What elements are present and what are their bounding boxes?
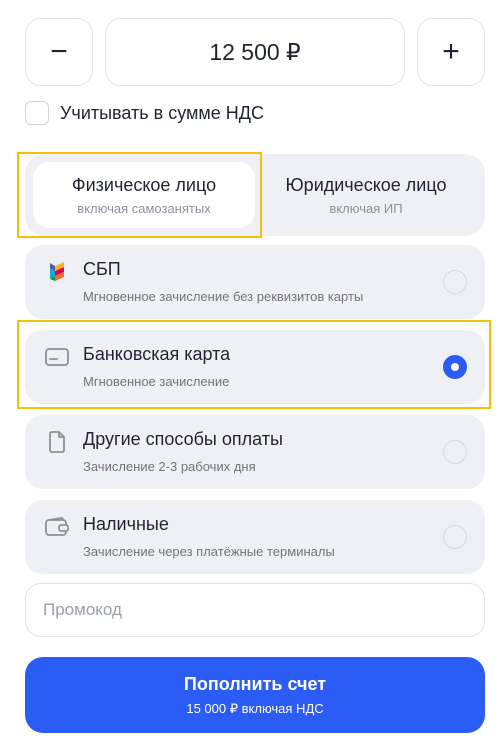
payment-method-title: Другие способы оплаты (83, 429, 283, 449)
top-up-button[interactable]: Пополнить счет 15 000 ₽ включая НДС (25, 657, 485, 733)
document-icon (45, 430, 69, 454)
payment-method-subtitle: Мгновенное зачисление (83, 374, 230, 389)
payment-method-subtitle: Зачисление 2-3 рабочих дня (83, 459, 256, 474)
vat-checkbox[interactable] (25, 101, 49, 125)
top-up-button-label: Пополнить счет (183, 673, 327, 694)
payment-method-radio[interactable] (443, 270, 467, 294)
vat-checkbox-row[interactable]: Учитывать в сумме НДС (25, 101, 264, 125)
amount-value: 12 500 ₽ (209, 38, 301, 65)
tab-legal-entity-subtitle: включая ИП (329, 200, 403, 216)
payment-method-bank-card[interactable]: Банковская карта Мгновенное зачисление (25, 330, 485, 404)
wallet-icon (45, 515, 69, 539)
tab-individual-title: Физическое лицо (71, 174, 217, 195)
promo-code-input[interactable] (25, 583, 485, 637)
sbp-icon (45, 260, 69, 284)
payment-method-title: Наличные (83, 514, 169, 534)
payment-method-title: Банковская карта (83, 344, 231, 364)
tab-legal-entity-title: Юридическое лицо (285, 174, 447, 195)
tab-legal-entity[interactable]: Юридическое лицо включая ИП (255, 162, 477, 228)
card-icon (45, 345, 69, 369)
payment-method-subtitle: Зачисление через платёжные терминалы (83, 544, 335, 559)
payment-method-radio[interactable] (443, 525, 467, 549)
entity-type-switch: Физическое лицо включая самозанятых Юрид… (25, 154, 485, 236)
vat-checkbox-label: Учитывать в сумме НДС (60, 102, 264, 123)
payment-method-subtitle: Мгновенное зачисление без реквизитов кар… (83, 289, 364, 304)
payment-method-other[interactable]: Другие способы оплаты Зачисление 2-3 раб… (25, 415, 485, 489)
decrease-amount-button[interactable]: − (25, 18, 93, 86)
minus-icon: − (50, 35, 68, 68)
plus-icon: + (442, 35, 460, 68)
tab-individual[interactable]: Физическое лицо включая самозанятых (33, 162, 255, 228)
payment-method-cash[interactable]: Наличные Зачисление через платёжные терм… (25, 500, 485, 574)
top-up-button-total: 15 000 ₽ включая НДС (186, 700, 324, 716)
amount-field[interactable]: 12 500 ₽ (105, 18, 405, 86)
increase-amount-button[interactable]: + (417, 18, 485, 86)
payment-method-sbp[interactable]: СБП Мгновенное зачисление без реквизитов… (25, 245, 485, 319)
payment-method-radio[interactable] (443, 355, 467, 379)
payment-method-radio[interactable] (443, 440, 467, 464)
payment-method-title: СБП (83, 259, 121, 279)
tab-individual-subtitle: включая самозанятых (77, 200, 211, 216)
